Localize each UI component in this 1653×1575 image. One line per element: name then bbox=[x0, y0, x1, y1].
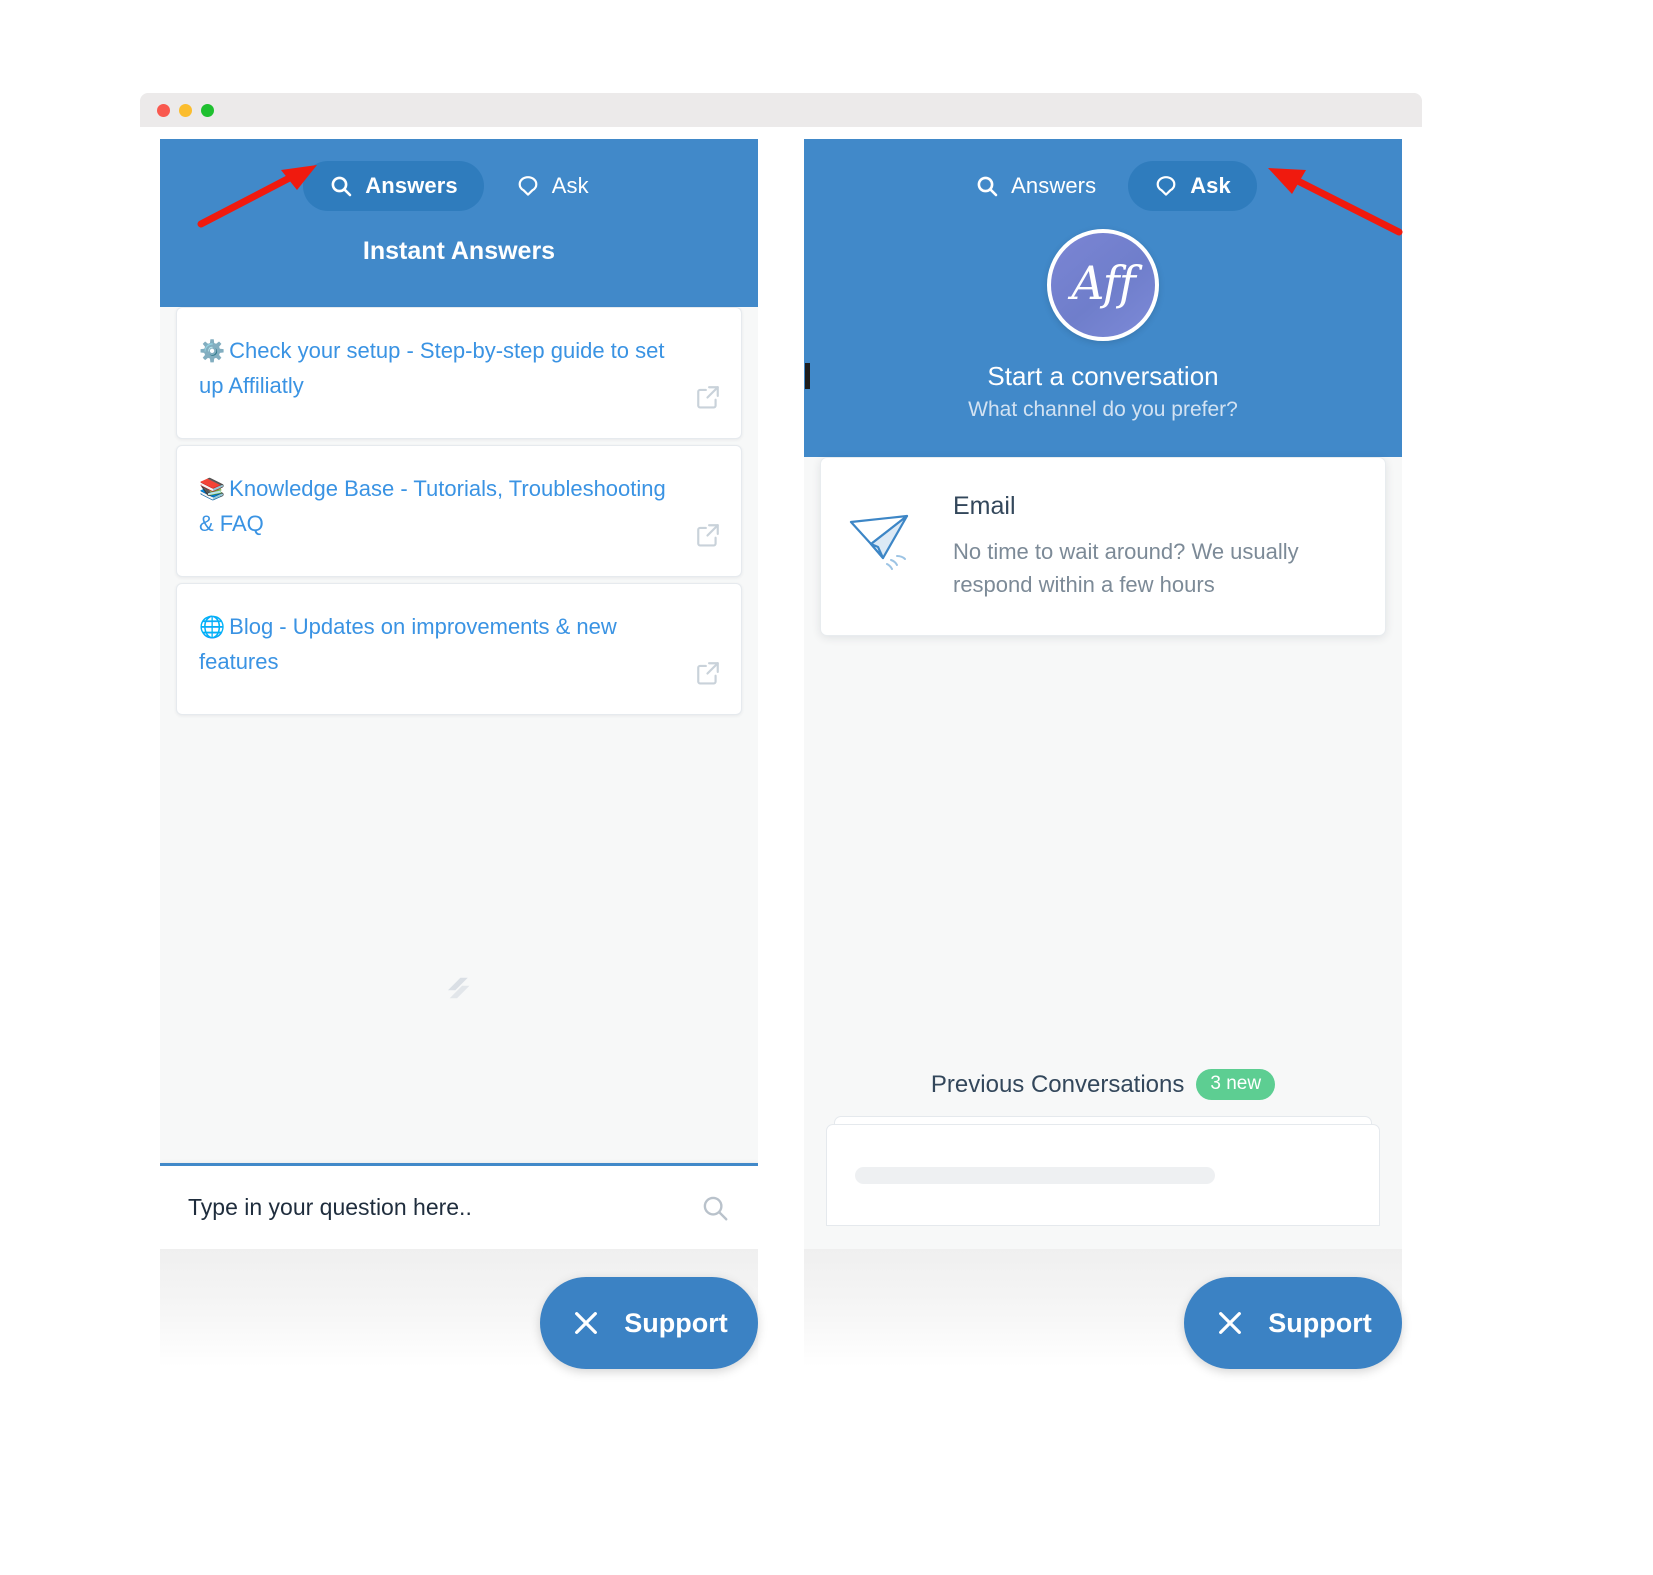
previous-conversations-label: Previous Conversations bbox=[930, 1070, 1185, 1098]
beacon-panel-answers: Answers Ask Instant Answers ⚙️ Check you… bbox=[160, 139, 758, 1249]
traffic-light-buttons bbox=[157, 104, 214, 117]
answer-card-text: ⚙️ Check your setup - Step-by-step guide … bbox=[199, 334, 719, 403]
tab-answers[interactable]: Answers bbox=[303, 161, 484, 211]
conversation-subheading: What channel do you prefer? bbox=[968, 398, 1238, 421]
close-x-icon bbox=[1214, 1307, 1246, 1339]
status-badge: 3 new bbox=[1196, 1069, 1276, 1100]
text-cursor-artifact bbox=[805, 363, 810, 389]
search-input[interactable] bbox=[188, 1194, 700, 1221]
page-title: Instant Answers bbox=[362, 237, 556, 265]
tab-ask-label: Ask bbox=[551, 173, 589, 198]
loading-skeleton-bar bbox=[855, 1167, 1215, 1184]
browser-window-chrome bbox=[140, 93, 1422, 127]
right-panel-body: Email No time to wait around? We usually… bbox=[804, 457, 1402, 1249]
close-x-icon bbox=[570, 1307, 602, 1339]
channel-option-email[interactable]: Email No time to wait around? We usually… bbox=[820, 457, 1386, 636]
right-tab-bar: Answers Ask bbox=[804, 161, 1402, 211]
conversation-list-item[interactable] bbox=[826, 1124, 1380, 1226]
tab-ask[interactable]: Ask bbox=[1128, 161, 1257, 211]
close-window-button[interactable] bbox=[157, 104, 170, 117]
answer-card-label: Check your setup - Step-by-step guide to… bbox=[199, 338, 665, 398]
tab-answers-label: Answers bbox=[1011, 173, 1097, 198]
previous-conversations-section: Previous Conversations 3 new bbox=[804, 1069, 1402, 1249]
answer-card[interactable]: 📚 Knowledge Base - Tutorials, Troubleshoo… bbox=[176, 445, 742, 577]
affiliatly-avatar: Aff bbox=[1047, 229, 1159, 341]
channel-title: Email bbox=[953, 492, 1016, 520]
tab-answers-label: Answers bbox=[365, 173, 458, 198]
books-icon: 📚 bbox=[199, 478, 226, 501]
answer-card[interactable]: 🌐 Blog - Updates on improvements & new fe… bbox=[176, 583, 742, 715]
external-link-icon[interactable] bbox=[695, 522, 721, 548]
left-panel-body: ⚙️ Check your setup - Step-by-step guide … bbox=[160, 307, 758, 1249]
left-tab-bar: Answers Ask bbox=[160, 161, 758, 211]
beacon-panel-ask: Answers Ask Aff Start a conversation Wha… bbox=[804, 139, 1402, 1249]
channel-text-block: Email No time to wait around? We usually… bbox=[953, 492, 1359, 601]
paper-plane-icon bbox=[845, 492, 931, 570]
maximize-window-button[interactable] bbox=[201, 104, 214, 117]
answer-card-label: Blog - Updates on improvements & new fea… bbox=[199, 614, 617, 674]
external-link-icon[interactable] bbox=[695, 384, 721, 410]
support-launcher-button-left[interactable]: Support bbox=[540, 1277, 758, 1369]
support-launcher-label: Support bbox=[624, 1307, 728, 1338]
tab-ask[interactable]: Ask bbox=[490, 161, 615, 211]
gear-icon: ⚙️ bbox=[199, 340, 226, 363]
globe-icon: 🌐 bbox=[199, 616, 226, 639]
search-icon bbox=[975, 174, 999, 198]
support-launcher-button-right[interactable]: Support bbox=[1184, 1277, 1402, 1369]
conversation-heading: Start a conversation bbox=[987, 361, 1219, 391]
tab-answers[interactable]: Answers bbox=[949, 161, 1122, 211]
search-icon[interactable] bbox=[700, 1193, 730, 1223]
brand-logo-text: Aff bbox=[1071, 256, 1135, 310]
external-link-icon[interactable] bbox=[695, 660, 721, 686]
instant-answers-list: ⚙️ Check your setup - Step-by-step guide … bbox=[160, 307, 758, 715]
helpscout-beacon-icon bbox=[442, 971, 476, 1005]
previous-conversations-header[interactable]: Previous Conversations 3 new bbox=[804, 1069, 1402, 1116]
screenshot-stage: Answers Ask Instant Answers ⚙️ Check you… bbox=[0, 0, 1653, 1575]
answer-card[interactable]: ⚙️ Check your setup - Step-by-step guide … bbox=[176, 307, 742, 439]
chat-bubble-icon bbox=[516, 174, 540, 198]
search-icon bbox=[329, 174, 353, 198]
support-launcher-label: Support bbox=[1268, 1307, 1372, 1338]
chat-bubble-icon bbox=[1154, 174, 1178, 198]
tab-ask-label: Ask bbox=[1190, 173, 1231, 198]
answer-card-text: 📚 Knowledge Base - Tutorials, Troubleshoo… bbox=[199, 472, 719, 541]
question-search-bar[interactable] bbox=[160, 1163, 758, 1249]
answer-card-label: Knowledge Base - Tutorials, Troubleshoot… bbox=[199, 476, 666, 536]
previous-conversations-list bbox=[826, 1116, 1380, 1226]
right-panel-header: Answers Ask Aff Start a conversation Wha… bbox=[804, 139, 1402, 496]
answer-card-text: 🌐 Blog - Updates on improvements & new fe… bbox=[199, 610, 719, 679]
channel-description: No time to wait around? We usually respo… bbox=[953, 539, 1299, 597]
minimize-window-button[interactable] bbox=[179, 104, 192, 117]
